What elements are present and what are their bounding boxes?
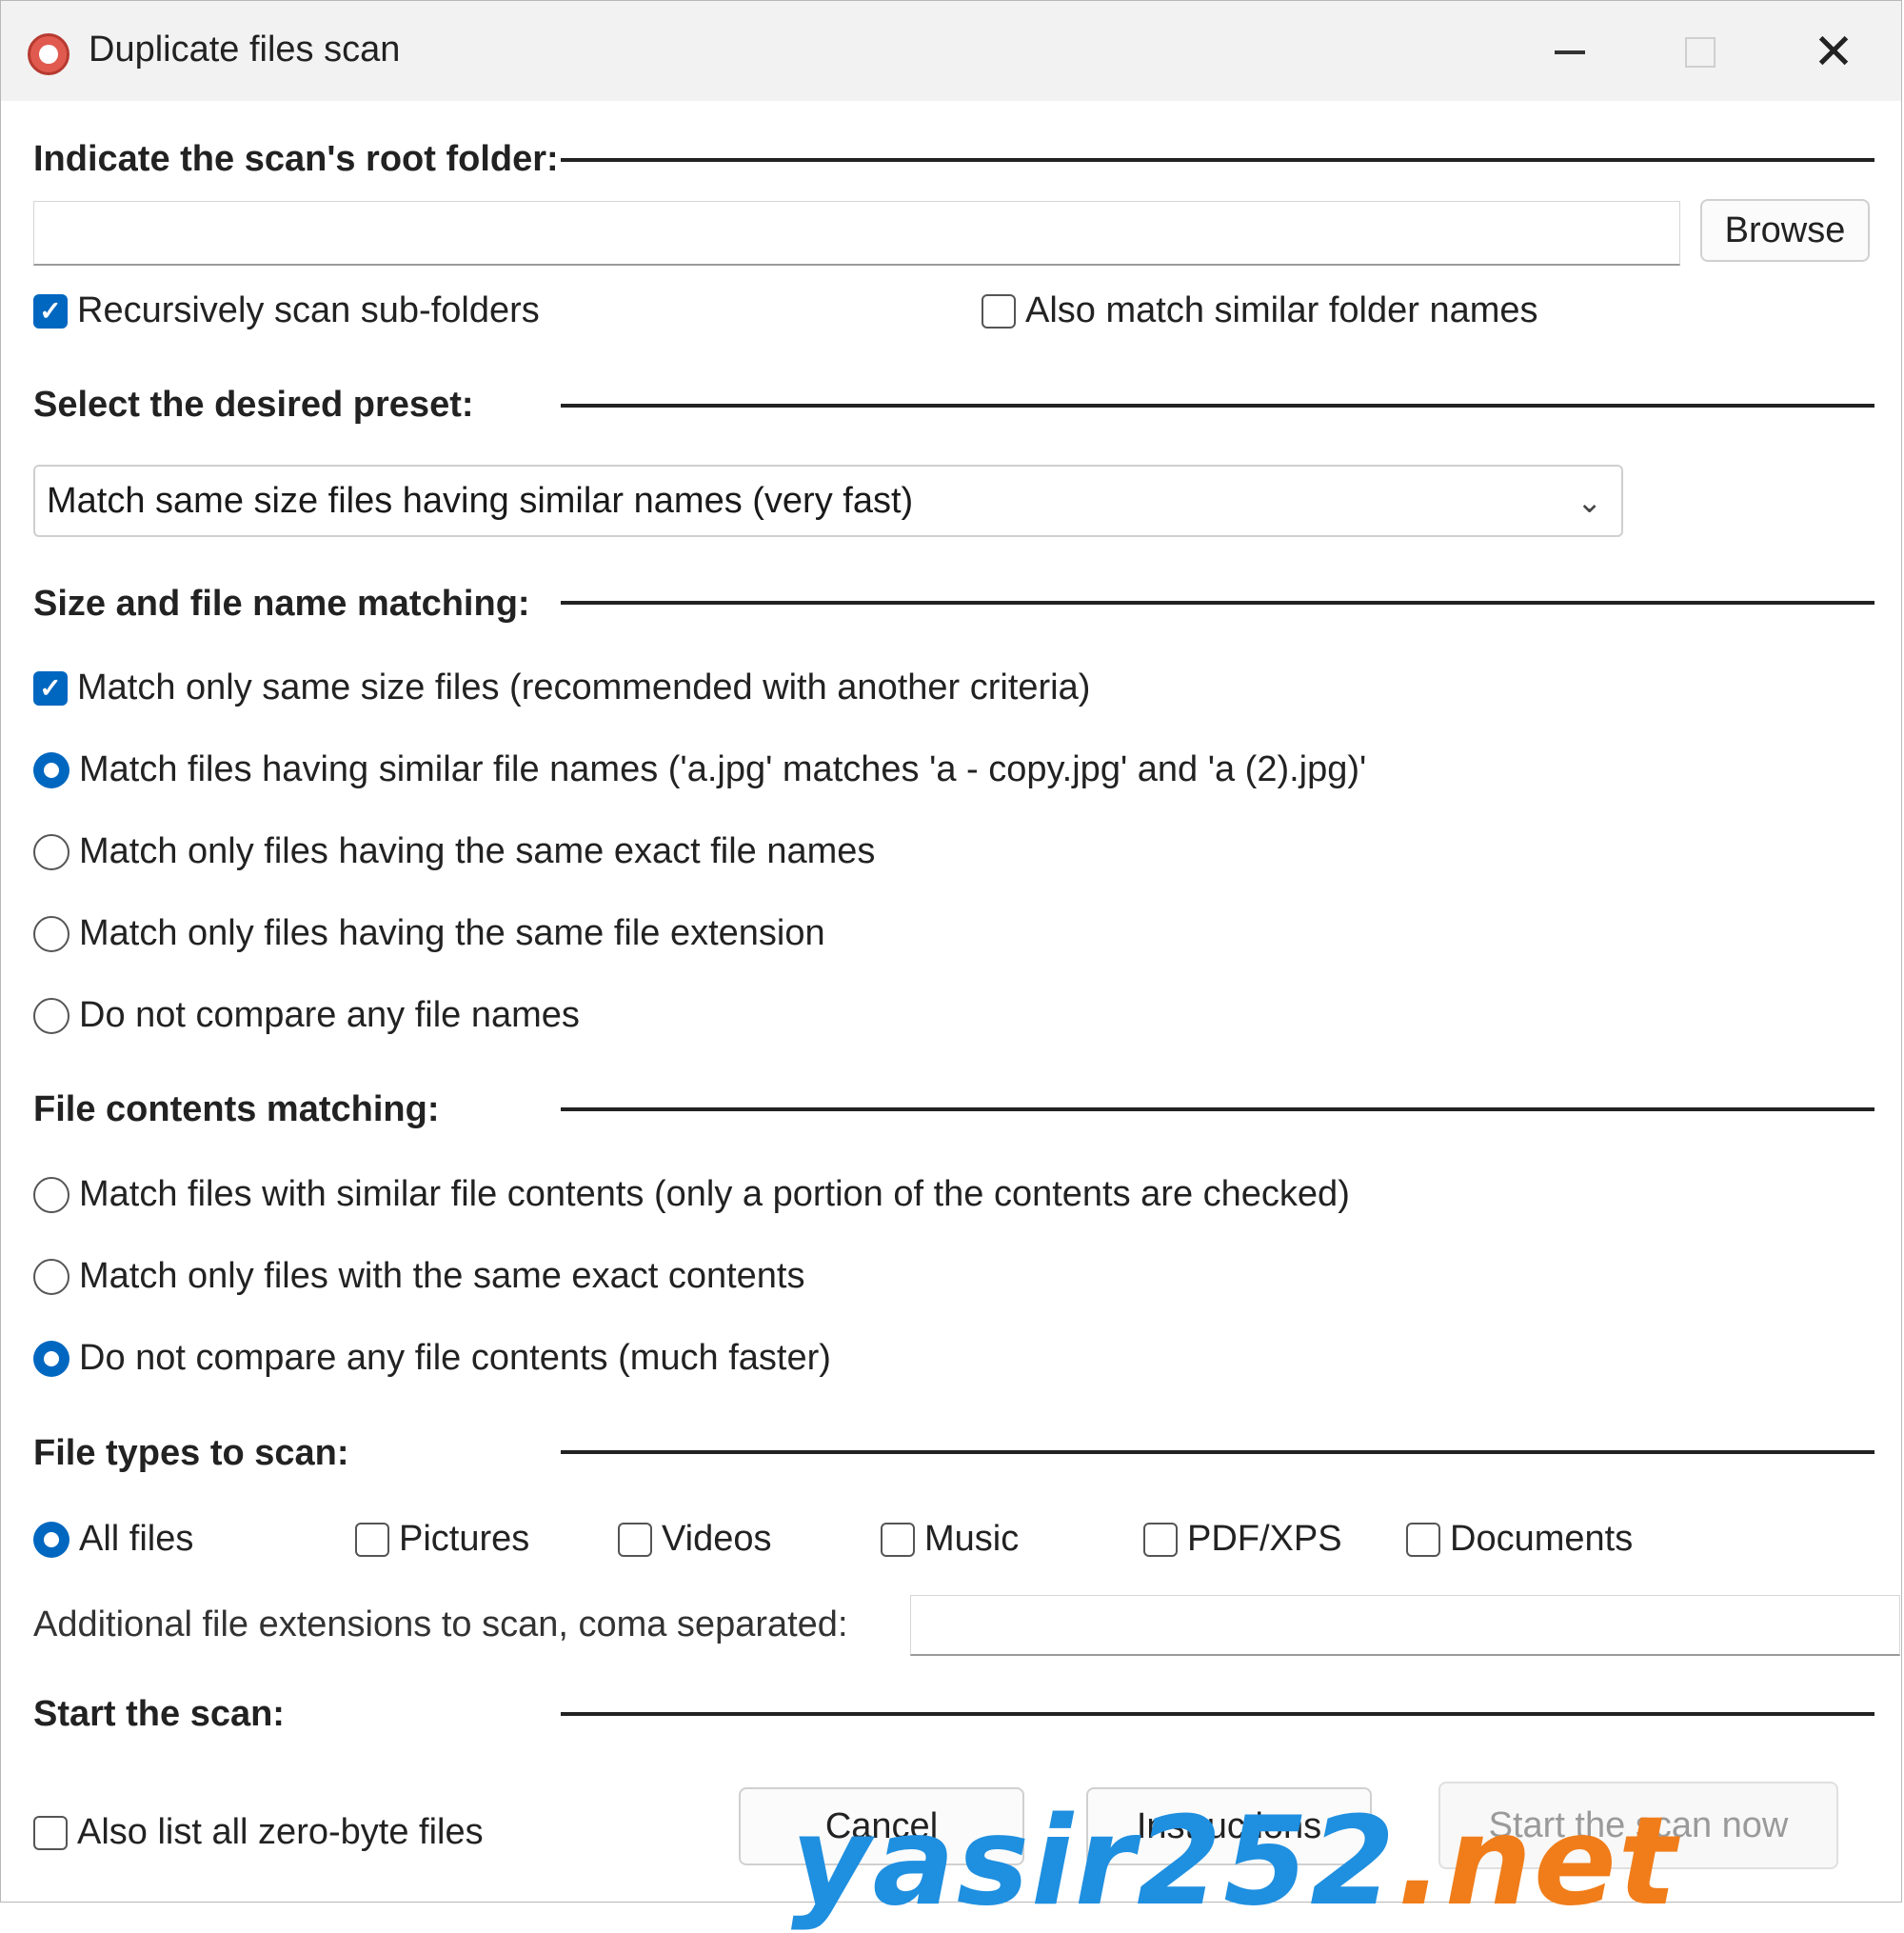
name-option-similar-radio[interactable]: Match files having similar file names ('… <box>33 749 1366 790</box>
radio-icon <box>33 1176 69 1213</box>
zero-byte-checkbox[interactable]: Also list all zero-byte files <box>33 1812 484 1853</box>
duplicate-scan-dialog: Duplicate files scan ✕ Indicate the scan… <box>0 0 1902 1933</box>
type-pictures-checkbox[interactable]: Pictures <box>355 1519 529 1560</box>
section-divider <box>561 1107 1874 1111</box>
close-button[interactable]: ✕ <box>1795 22 1872 83</box>
similar-folders-checkbox[interactable]: Also match similar folder names <box>982 290 1538 331</box>
checkbox-icon <box>982 293 1016 329</box>
contents-option-exact-radio[interactable]: Match only files with the same exact con… <box>33 1256 804 1297</box>
browse-button[interactable]: Browse <box>1700 199 1870 262</box>
close-icon: ✕ <box>1813 25 1854 80</box>
maximize-button[interactable] <box>1662 22 1738 83</box>
root-folder-input[interactable] <box>33 201 1680 266</box>
name-option-exact-radio[interactable]: Match only files having the same exact f… <box>33 831 875 872</box>
radio-selected-icon <box>33 1521 69 1558</box>
type-documents-checkbox[interactable]: Documents <box>1406 1519 1633 1560</box>
app-icon <box>28 33 69 75</box>
title-bar: Duplicate files scan ✕ <box>1 1 1901 101</box>
checkbox-checked-icon: ✓ <box>33 670 68 706</box>
name-option-label: Do not compare any file names <box>79 995 580 1035</box>
extensions-input[interactable] <box>910 1595 1900 1656</box>
contents-option-none-radio[interactable]: Do not compare any file contents (much f… <box>33 1338 831 1379</box>
minimize-button[interactable] <box>1532 22 1608 83</box>
root-folder-header: Indicate the scan's root folder: <box>33 139 559 179</box>
type-music-checkbox[interactable]: Music <box>881 1519 1019 1560</box>
preset-header: Select the desired preset: <box>33 385 474 425</box>
section-divider <box>561 1712 1874 1716</box>
similar-folders-label: Also match similar folder names <box>1025 290 1538 330</box>
radio-icon <box>33 1258 69 1295</box>
type-label: Documents <box>1450 1519 1634 1559</box>
checkbox-checked-icon: ✓ <box>33 293 68 329</box>
section-divider <box>561 404 1874 408</box>
name-option-label: Match only files having the same exact f… <box>79 831 876 871</box>
watermark-part2: .net <box>1397 1791 1678 1933</box>
radio-icon <box>33 997 69 1034</box>
section-divider <box>561 158 1874 162</box>
type-videos-checkbox[interactable]: Videos <box>618 1519 772 1560</box>
preset-dropdown[interactable]: Match same size files having similar nam… <box>33 465 1623 537</box>
checkbox-icon <box>1143 1522 1178 1557</box>
extensions-label: Additional file extensions to scan, coma… <box>33 1604 848 1644</box>
name-matching-header: Size and file name matching: <box>33 584 530 624</box>
all-files-radio[interactable]: All files <box>33 1519 193 1560</box>
recursive-checkbox[interactable]: ✓ Recursively scan sub-folders <box>33 290 540 331</box>
type-label: PDF/XPS <box>1187 1519 1342 1559</box>
same-size-label: Match only same size files (recommended … <box>77 668 1091 707</box>
radio-icon <box>33 833 69 870</box>
name-option-none-radio[interactable]: Do not compare any file names <box>33 995 580 1036</box>
zero-byte-label: Also list all zero-byte files <box>77 1812 484 1852</box>
same-size-checkbox[interactable]: ✓ Match only same size files (recommende… <box>33 668 1090 708</box>
type-label: Music <box>924 1519 1020 1559</box>
section-divider <box>561 601 1874 605</box>
contents-option-similar-radio[interactable]: Match files with similar file contents (… <box>33 1174 1350 1215</box>
radio-selected-icon <box>33 751 69 788</box>
checkbox-icon <box>881 1522 915 1557</box>
preset-selected-value: Match same size files having similar nam… <box>47 480 914 521</box>
name-option-label: Match files having similar file names ('… <box>79 749 1367 789</box>
radio-selected-icon <box>33 1340 69 1377</box>
type-label: Videos <box>662 1519 772 1559</box>
window-title: Duplicate files scan <box>89 30 401 70</box>
contents-option-label: Match only files with the same exact con… <box>79 1256 805 1296</box>
chevron-down-icon: ⌄ <box>1577 485 1602 519</box>
checkbox-icon <box>618 1522 652 1557</box>
contents-option-label: Do not compare any file contents (much f… <box>79 1338 831 1378</box>
recursive-label: Recursively scan sub-folders <box>77 290 540 330</box>
checkbox-icon <box>355 1522 389 1557</box>
all-files-label: All files <box>79 1519 194 1559</box>
checkbox-icon <box>1406 1522 1440 1557</box>
name-option-extension-radio[interactable]: Match only files having the same file ex… <box>33 913 825 954</box>
contents-matching-header: File contents matching: <box>33 1089 440 1129</box>
type-pdfxps-checkbox[interactable]: PDF/XPS <box>1143 1519 1342 1560</box>
watermark-part1: yasir252 <box>791 1791 1398 1933</box>
name-option-label: Match only files having the same file ex… <box>79 913 825 953</box>
checkbox-icon <box>33 1815 68 1850</box>
section-divider <box>561 1450 1874 1454</box>
start-header: Start the scan: <box>33 1694 285 1734</box>
file-types-header: File types to scan: <box>33 1433 349 1473</box>
contents-option-label: Match files with similar file contents (… <box>79 1174 1350 1214</box>
radio-icon <box>33 915 69 952</box>
type-label: Pictures <box>399 1519 530 1559</box>
watermark-logo: yasir252.net <box>791 1791 1678 1933</box>
